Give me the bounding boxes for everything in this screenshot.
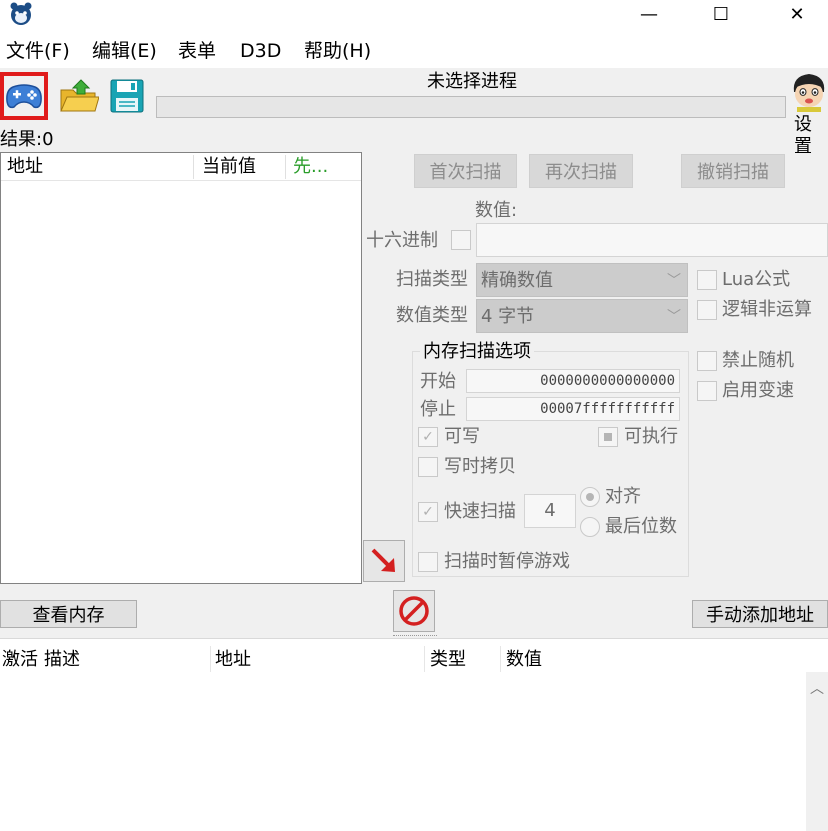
add-address-manually-button[interactable]: 手动添加地址 [692, 600, 828, 628]
stop-address-input[interactable]: 00007fffffffffff [466, 397, 680, 421]
stop-label: 停止 [420, 399, 456, 420]
menu-file[interactable]: 文件(F) [6, 38, 70, 64]
value-type-value: 4 字节 [481, 306, 535, 327]
red-arrow-icon [371, 548, 395, 572]
col-previous-value[interactable]: 先... [293, 156, 328, 178]
scan-value-input[interactable] [476, 223, 828, 257]
col-current-value[interactable]: 当前值 [202, 156, 256, 178]
chevron-up-icon[interactable]: ︿ [810, 678, 824, 698]
align-label: 对齐 [605, 486, 641, 507]
minimize-button[interactable]: — [626, 0, 672, 28]
col-separator [500, 646, 501, 672]
stop-icon [399, 596, 429, 626]
indeterminate-mark [604, 433, 612, 441]
address-table[interactable] [0, 640, 828, 831]
col-description[interactable]: 描述 [44, 648, 80, 672]
scan-progress-bar [156, 96, 786, 118]
copy-on-write-checkbox[interactable] [418, 457, 438, 477]
col-separator [424, 646, 425, 672]
start-address-input[interactable]: 0000000000000000 [466, 369, 680, 393]
hex-checkbox[interactable] [451, 230, 471, 250]
undo-scan-button[interactable]: 撤销扫描 [681, 154, 785, 188]
no-random-label: 禁止随机 [722, 350, 794, 371]
chevron-down-icon: ﹀ [667, 309, 681, 325]
value-label: 数值: [475, 200, 518, 221]
lua-formula-checkbox[interactable] [697, 270, 717, 290]
value-type-label: 数值类型 [396, 305, 468, 326]
settings-avatar-icon[interactable] [790, 70, 828, 112]
last-digits-radio[interactable] [580, 517, 600, 537]
maximize-button[interactable]: ☐ [698, 0, 744, 28]
gamepad-icon [6, 84, 42, 109]
menu-d3d[interactable]: D3D [240, 38, 281, 64]
not-operator-checkbox[interactable] [697, 300, 717, 320]
close-button[interactable]: ✕ [774, 0, 820, 28]
col-type[interactable]: 类型 [430, 648, 466, 672]
open-file-button[interactable] [55, 72, 103, 120]
pause-game-label: 扫描时暂停游戏 [444, 551, 570, 572]
add-to-list-button[interactable] [363, 540, 405, 582]
no-random-checkbox[interactable] [697, 351, 717, 371]
align-radio[interactable] [580, 487, 600, 507]
scan-type-select[interactable]: 精确数值 ﹀ [476, 263, 688, 297]
fast-scan-checkbox[interactable]: ✓ [418, 502, 438, 522]
col-table-address[interactable]: 地址 [215, 648, 251, 672]
folder-open-icon [60, 79, 99, 112]
lua-formula-label: Lua公式 [722, 269, 791, 290]
menu-table[interactable]: 表单 [178, 38, 216, 64]
col-address[interactable]: 地址 [7, 156, 43, 178]
stop-button[interactable] [393, 590, 435, 632]
menu-edit[interactable]: 编辑(E) [92, 38, 157, 64]
process-title: 未选择进程 [427, 71, 517, 92]
save-disk-icon [110, 79, 144, 113]
speedhack-label: 启用变速 [722, 380, 794, 401]
start-label: 开始 [420, 371, 456, 392]
scan-type-value: 精确数值 [481, 270, 553, 291]
hex-label: 十六进制 [366, 230, 438, 251]
first-scan-button[interactable]: 首次扫描 [414, 154, 517, 188]
executable-checkbox[interactable] [598, 427, 618, 447]
results-count: 结果:0 [0, 129, 54, 150]
copy-on-write-label: 写时拷贝 [444, 456, 516, 477]
writable-label: 可写 [444, 426, 480, 447]
select-process-button[interactable] [0, 72, 48, 120]
settings-link[interactable]: 设置 [794, 114, 828, 158]
chevron-down-icon: ﹀ [667, 273, 681, 289]
col-separator [210, 646, 211, 672]
scan-type-label: 扫描类型 [396, 269, 468, 290]
value-type-select[interactable]: 4 字节 ﹀ [476, 299, 688, 333]
found-list-header: 地址 当前值 先... [1, 153, 361, 181]
fast-scan-alignment-input[interactable]: 4 [524, 494, 576, 528]
fast-scan-label: 快速扫描 [444, 501, 516, 522]
next-scan-button[interactable]: 再次扫描 [529, 154, 633, 188]
address-table-scrollbar[interactable]: ︿ [806, 672, 828, 831]
found-list[interactable]: 地址 当前值 先... [0, 152, 362, 584]
col-active[interactable]: 激活 [2, 648, 38, 672]
memory-scan-options-title: 内存扫描选项 [420, 340, 534, 364]
view-memory-button[interactable]: 查看内存 [0, 600, 137, 628]
col-separator [285, 155, 286, 179]
writable-checkbox[interactable]: ✓ [418, 427, 438, 447]
executable-label: 可执行 [624, 426, 678, 447]
app-logo-icon [8, 2, 34, 26]
save-button[interactable] [103, 72, 151, 120]
not-operator-label: 逻辑非运算 [722, 299, 812, 320]
last-digits-label: 最后位数 [605, 516, 677, 537]
speedhack-checkbox[interactable] [697, 381, 717, 401]
col-separator [193, 155, 194, 179]
menu-help[interactable]: 帮助(H) [304, 38, 371, 64]
col-value[interactable]: 数值 [506, 648, 542, 672]
pause-game-checkbox[interactable] [418, 552, 438, 572]
